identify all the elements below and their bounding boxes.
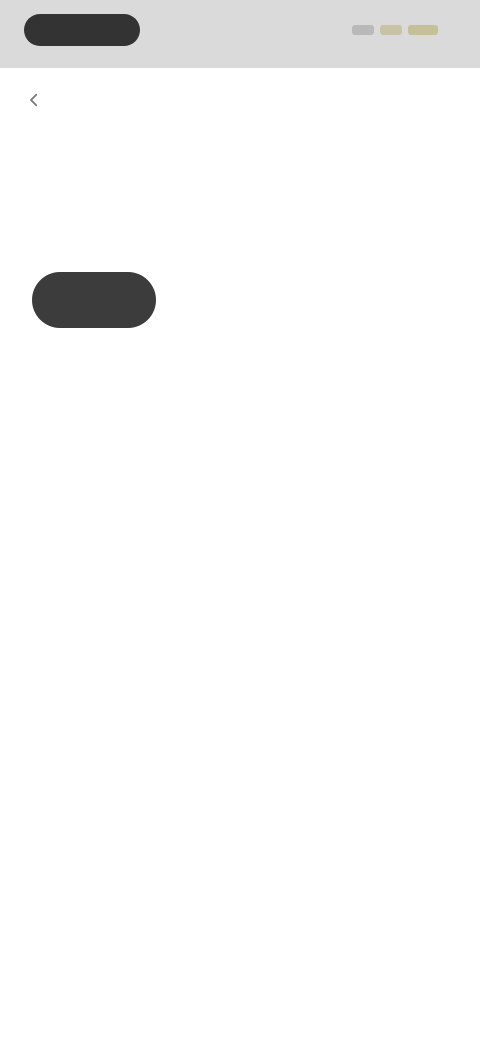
status-time-pill — [24, 14, 140, 46]
tab-second[interactable] — [166, 272, 296, 328]
status-bar — [0, 0, 480, 68]
tab-third[interactable] — [306, 272, 436, 328]
arrow-left-icon — [30, 93, 38, 107]
tab-bar — [32, 272, 452, 328]
status-icons — [352, 22, 448, 38]
empty-state — [90, 538, 390, 552]
tab-first[interactable] — [32, 272, 156, 328]
battery-icon — [408, 25, 438, 35]
signal-icon — [352, 25, 374, 35]
wifi-icon — [380, 25, 402, 35]
back-button[interactable] — [20, 86, 48, 114]
